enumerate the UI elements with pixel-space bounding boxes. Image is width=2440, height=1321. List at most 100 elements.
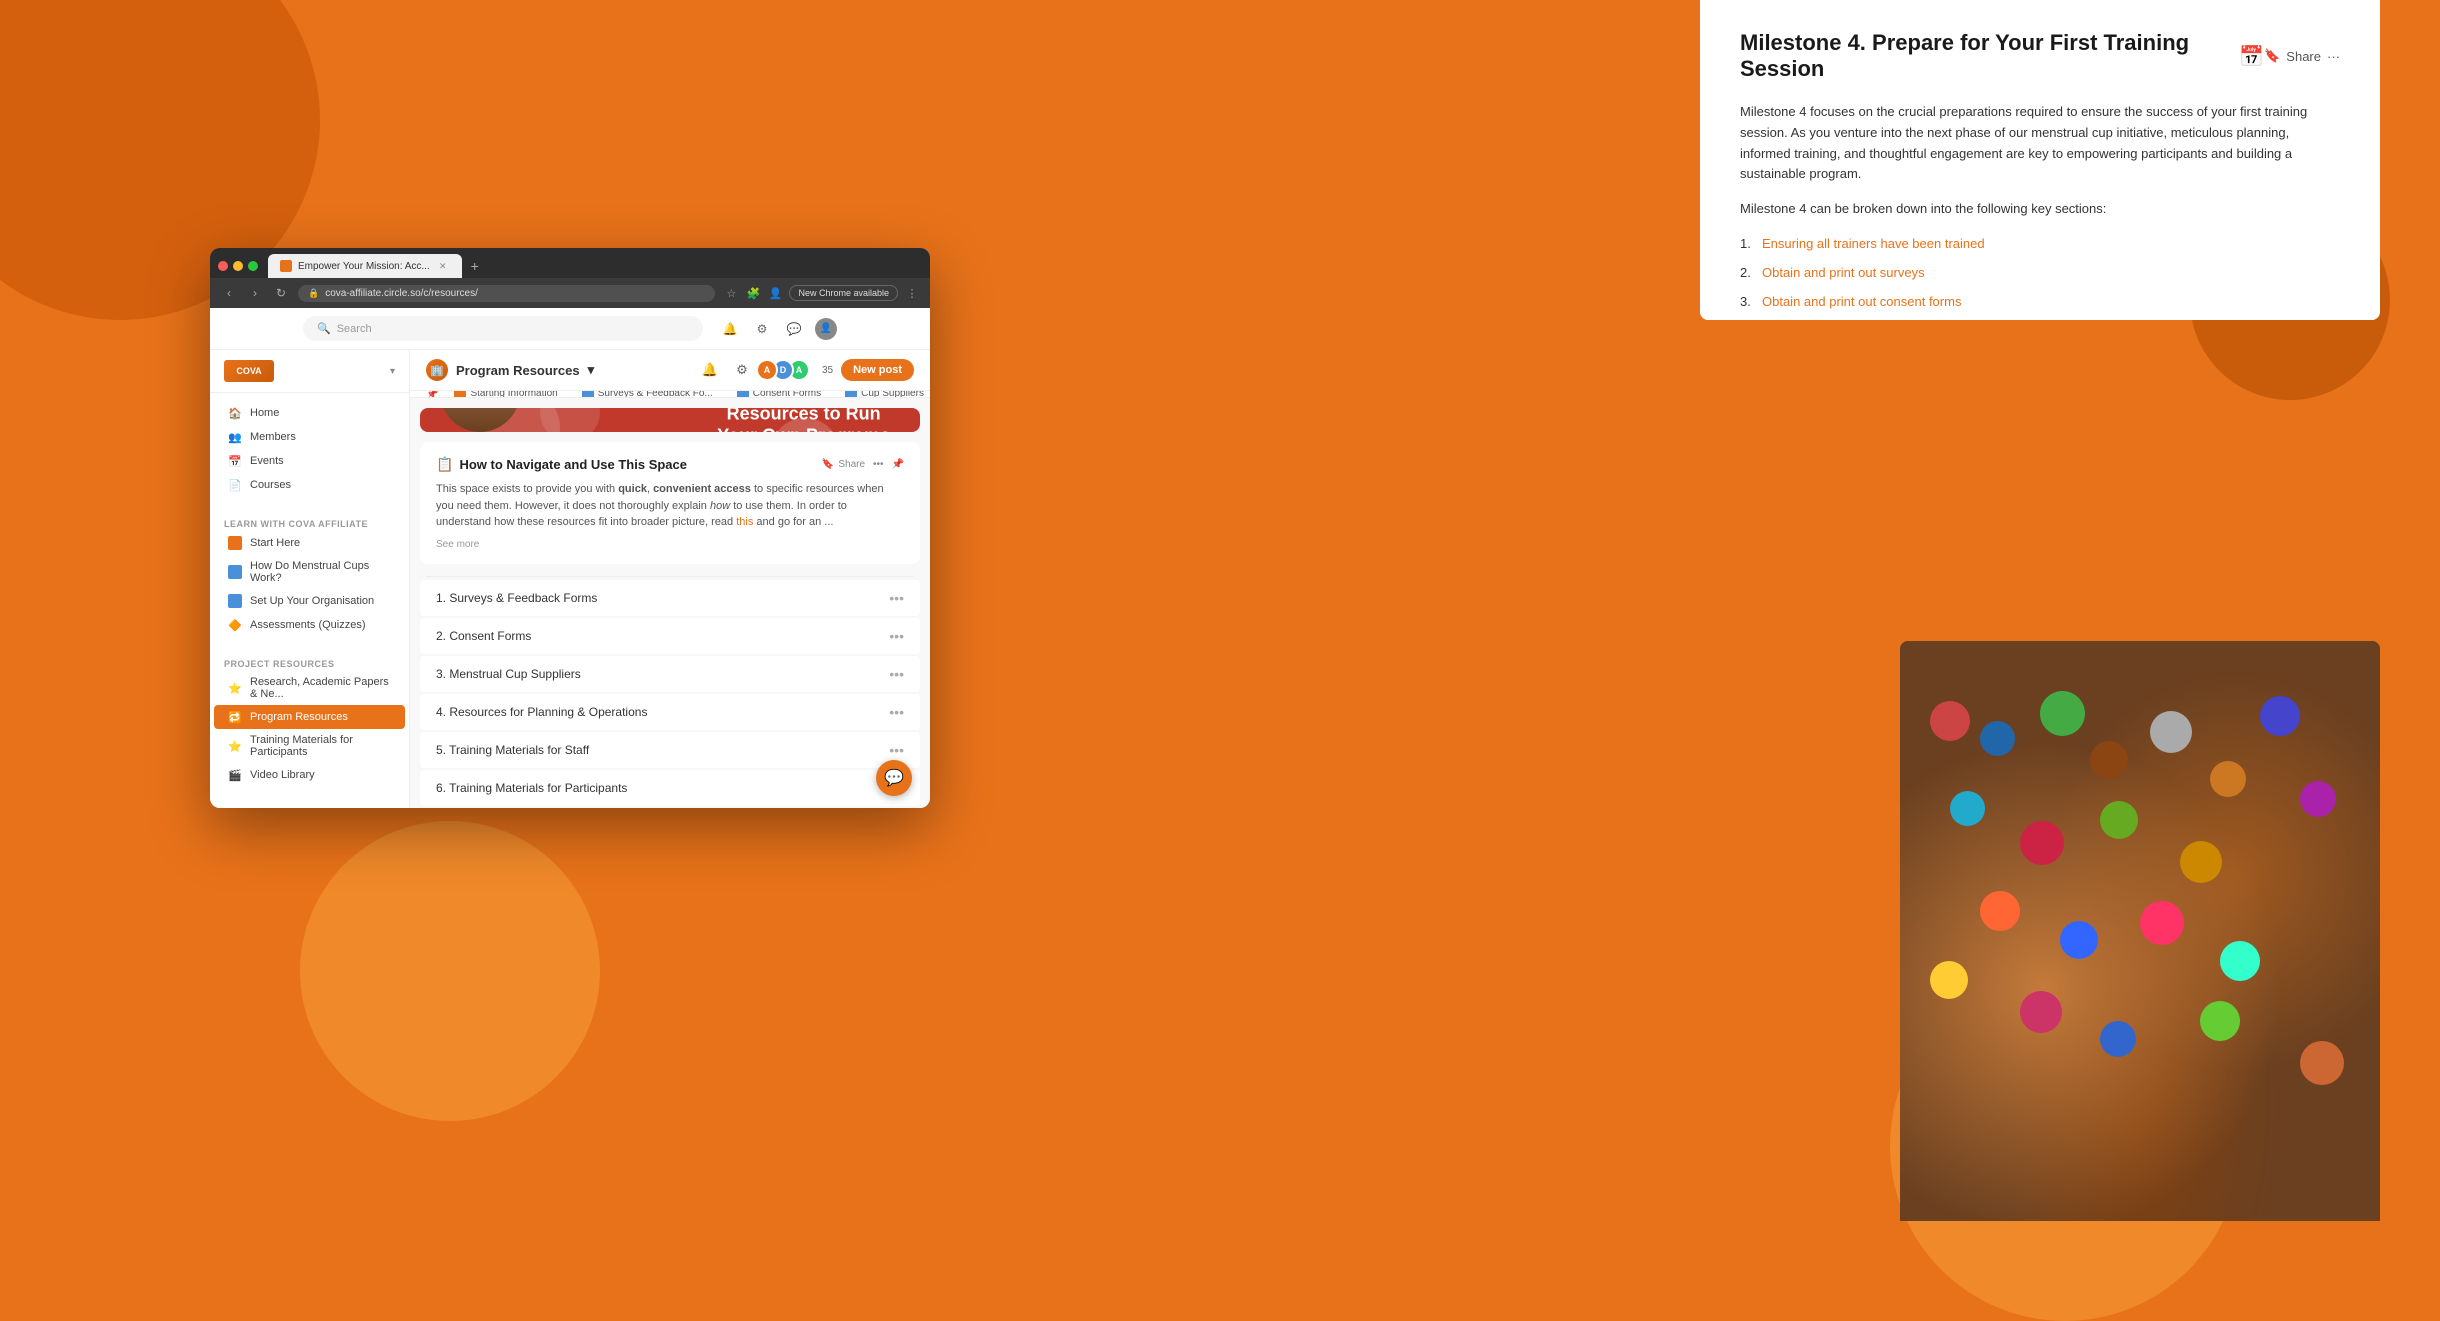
sidebar-item-organisation[interactable]: Set Up Your Organisation: [214, 589, 405, 613]
browser-tabs-bar: Empower Your Mission: Acc... ✕ +: [210, 248, 930, 278]
forward-button[interactable]: ›: [246, 284, 264, 302]
see-more-button[interactable]: See more: [436, 539, 904, 550]
search-box[interactable]: 🔍 Search: [303, 316, 703, 341]
settings-icon[interactable]: ⚙: [751, 318, 773, 340]
list-item-participant-training[interactable]: 6. Training Materials for Participants •…: [420, 770, 920, 806]
browser-address-bar: ‹ › ↻ 🔒 cova-affiliate.circle.so/c/resou…: [210, 278, 930, 308]
sidebar-logo[interactable]: COVA ▾: [210, 350, 409, 393]
sidebar-learn-section: Learn with Cova Affiliate Start Here How…: [210, 505, 409, 645]
home-label: Home: [250, 407, 279, 419]
list-item-consent[interactable]: 2. Consent Forms •••: [420, 618, 920, 654]
person-dot: [2300, 781, 2336, 817]
new-chrome-badge[interactable]: New Chrome available: [789, 285, 898, 301]
sidebar-item-start-here[interactable]: Start Here: [214, 531, 405, 555]
doc-description-2: Milestone 4 can be broken down into the …: [1740, 199, 2340, 220]
doc-list-item-3[interactable]: Obtain and print out consent forms: [1740, 292, 2340, 313]
pin-icon: 📌: [426, 391, 438, 398]
tab-consent[interactable]: Consent Forms: [727, 391, 831, 398]
post-title-text: How to Navigate and Use This Space: [459, 457, 687, 472]
address-bar[interactable]: 🔒 cova-affiliate.circle.so/c/resources/: [298, 285, 715, 302]
community-header-actions: 🔔 ⚙ A D A 35 New post: [698, 358, 914, 382]
profile-icon[interactable]: 👤: [767, 285, 783, 301]
user-avatar[interactable]: 👤: [815, 318, 837, 340]
person-dot: [2020, 991, 2062, 1033]
banner-title-line1: Resources to Run: [727, 408, 881, 423]
menstrual-cups-label: How Do Menstrual Cups Work?: [250, 560, 391, 584]
sidebar-item-training-materials[interactable]: ⭐ Training Materials for Participants: [214, 729, 405, 763]
post-bookmark-button[interactable]: 🔖 Share: [822, 459, 865, 470]
bookmark-icon: 🔖: [2264, 48, 2280, 64]
refresh-button[interactable]: ↻: [272, 284, 290, 302]
doc-list-item-2[interactable]: Obtain and print out surveys: [1740, 263, 2340, 284]
person-dot: [1980, 721, 2015, 756]
browser-tab-active[interactable]: Empower Your Mission: Acc... ✕: [268, 254, 462, 278]
list-item-staff-label: 5. Training Materials for Staff: [436, 743, 589, 757]
tab-starting-info[interactable]: Starting Information: [444, 391, 567, 398]
doc-list-item-1[interactable]: Ensuring all trainers have been trained: [1740, 234, 2340, 255]
tab-close-button[interactable]: ✕: [436, 259, 450, 273]
list-item-participant-label: 6. Training Materials for Participants: [436, 781, 627, 795]
doc-title: Milestone 4. Prepare for Your First Trai…: [1740, 30, 2264, 82]
sidebar-item-video-library[interactable]: 🎬 Video Library: [214, 763, 405, 787]
sidebar-item-members[interactable]: 👥 Members: [214, 425, 405, 449]
list-item-surveys-more[interactable]: •••: [889, 590, 904, 606]
list-item-planning[interactable]: 4. Resources for Planning & Operations •…: [420, 694, 920, 730]
community-name[interactable]: 🏢 Program Resources ▾: [426, 359, 594, 381]
doc-share-button[interactable]: 🔖 Share ···: [2264, 48, 2340, 64]
sidebar-item-assessments[interactable]: 🔶 Assessments (Quizzes): [214, 613, 405, 637]
training-materials-icon: ⭐: [228, 739, 242, 753]
doc-description-1: Milestone 4 focuses on the crucial prepa…: [1740, 102, 2340, 185]
courses-icon: 📄: [228, 478, 242, 492]
post-more-icon: •••: [873, 459, 884, 470]
list-item-planning-more[interactable]: •••: [889, 704, 904, 720]
list-item-consent-more[interactable]: •••: [889, 628, 904, 644]
new-post-button[interactable]: New post: [841, 359, 914, 381]
extensions-icon[interactable]: 🧩: [745, 285, 761, 301]
organisation-icon: [228, 594, 242, 608]
tab-surveys[interactable]: Surveys & Feedback Fo...: [572, 391, 723, 398]
traffic-light-red[interactable]: [218, 261, 228, 271]
back-button[interactable]: ‹: [220, 284, 238, 302]
events-label: Events: [250, 455, 284, 467]
list-item-staff-training[interactable]: 5. Training Materials for Staff •••: [420, 732, 920, 768]
community-settings-icon[interactable]: ⚙: [730, 358, 754, 382]
sidebar-item-events[interactable]: 📅 Events: [214, 449, 405, 473]
sidebar-item-research[interactable]: ⭐ Research, Academic Papers & Ne...: [214, 671, 405, 705]
community-section-label: Community: [210, 803, 409, 808]
post-share-label: Share: [838, 459, 865, 470]
more-button[interactable]: ⋮: [904, 285, 920, 301]
sidebar-item-courses[interactable]: 📄 Courses: [214, 473, 405, 497]
sidebar-item-menstrual-cups[interactable]: How Do Menstrual Cups Work?: [214, 555, 405, 589]
community-chevron: ▾: [588, 362, 595, 378]
new-tab-button[interactable]: +: [464, 255, 486, 277]
tab-label: Empower Your Mission: Acc...: [298, 261, 430, 272]
fab-button[interactable]: 💬: [876, 760, 912, 796]
share-label: Share: [2286, 49, 2321, 64]
post-header: 📋 How to Navigate and Use This Space 🔖 S…: [436, 456, 904, 473]
person-dot: [2210, 761, 2246, 797]
list-item-cup-more[interactable]: •••: [889, 666, 904, 682]
list-item-consent-label: 2. Consent Forms: [436, 629, 531, 643]
list-item-cup-suppliers[interactable]: 3. Menstrual Cup Suppliers •••: [420, 656, 920, 692]
person-dot: [2090, 741, 2128, 779]
list-item-surveys[interactable]: 1. Surveys & Feedback Forms •••: [420, 580, 920, 616]
post-pin-button[interactable]: 📌: [892, 459, 904, 470]
person-dot: [2260, 696, 2300, 736]
list-item-staff-more[interactable]: •••: [889, 742, 904, 758]
tab-cup-suppliers[interactable]: Cup Suppliers: [835, 391, 930, 398]
traffic-light-yellow[interactable]: [233, 261, 243, 271]
post-more-button[interactable]: •••: [873, 459, 884, 470]
person-dot: [2100, 801, 2138, 839]
sidebar-item-home[interactable]: 🏠 Home: [214, 401, 405, 425]
traffic-light-green[interactable]: [248, 261, 258, 271]
browser-window: Empower Your Mission: Acc... ✕ + ‹ › ↻ 🔒…: [210, 248, 930, 808]
post-pin-icon: 📌: [892, 459, 904, 470]
post-link[interactable]: this: [736, 516, 753, 528]
doc-body: Milestone 4 focuses on the crucial prepa…: [1740, 102, 2340, 320]
sidebar-item-program-resources[interactable]: 🔁 Program Resources: [214, 705, 405, 729]
notification-bell-icon[interactable]: 🔔: [698, 358, 722, 382]
bell-icon[interactable]: 🔔: [719, 318, 741, 340]
messages-icon[interactable]: 💬: [783, 318, 805, 340]
star-icon[interactable]: ☆: [723, 285, 739, 301]
video-library-icon: 🎬: [228, 768, 242, 782]
